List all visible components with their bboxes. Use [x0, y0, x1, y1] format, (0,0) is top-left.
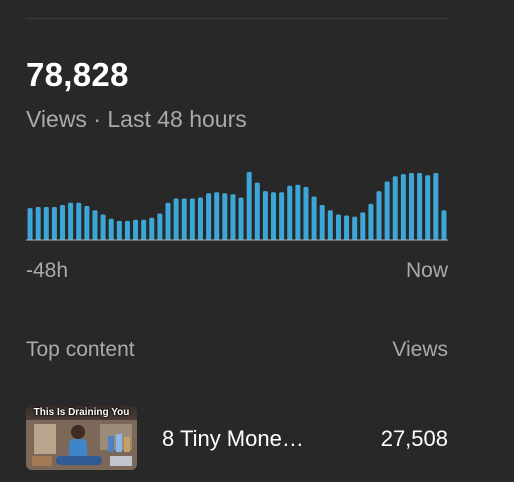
- views-bar-chart[interactable]: [26, 160, 448, 244]
- chart-bar[interactable]: [51, 207, 57, 240]
- chart-bar[interactable]: [141, 219, 147, 240]
- chart-bar[interactable]: [149, 217, 155, 240]
- chart-bar[interactable]: [116, 220, 122, 241]
- chart-bar[interactable]: [189, 198, 195, 240]
- chart-bar[interactable]: [84, 206, 90, 240]
- video-views: 27,508: [380, 426, 448, 451]
- chart-bar[interactable]: [360, 212, 366, 241]
- chart-bar[interactable]: [425, 175, 431, 240]
- chart-bar[interactable]: [27, 208, 33, 241]
- chart-bar[interactable]: [271, 192, 277, 240]
- chart-bar[interactable]: [384, 181, 390, 240]
- chart-bar[interactable]: [222, 193, 228, 240]
- chart-bar[interactable]: [262, 191, 268, 241]
- chart-bar[interactable]: [35, 207, 41, 240]
- chart-bar[interactable]: [238, 197, 244, 241]
- chart-bar[interactable]: [124, 220, 130, 241]
- chart-bar[interactable]: [214, 192, 220, 240]
- chart-bar[interactable]: [335, 214, 341, 241]
- chart-bar[interactable]: [157, 213, 163, 240]
- chart-bar[interactable]: [376, 191, 382, 241]
- chart-bar[interactable]: [181, 198, 187, 240]
- chart-bar[interactable]: [287, 185, 293, 240]
- chart-bar[interactable]: [100, 214, 106, 241]
- chart-bar[interactable]: [60, 204, 66, 240]
- video-title[interactable]: 8 Tiny Mone…: [162, 426, 304, 452]
- chart-bar[interactable]: [43, 207, 49, 240]
- chart-bar[interactable]: [319, 204, 325, 240]
- chart-bar[interactable]: [68, 202, 74, 240]
- video-thumbnail[interactable]: This Is Draining You: [26, 406, 137, 470]
- axis-end-label: Now: [405, 259, 448, 282]
- chart-bar[interactable]: [279, 192, 285, 240]
- chart-bar[interactable]: [197, 197, 203, 241]
- chart-bar[interactable]: [108, 218, 114, 240]
- top-divider: [26, 18, 448, 19]
- chart-bar[interactable]: [295, 184, 301, 240]
- chart-bar[interactable]: [230, 194, 236, 240]
- chart-bar[interactable]: [92, 210, 98, 240]
- chart-bar[interactable]: [246, 172, 252, 240]
- top-content-header: Top content: [26, 338, 135, 361]
- axis-start-label: -48h: [26, 259, 69, 282]
- chart-bar[interactable]: [344, 215, 350, 240]
- chart-bar[interactable]: [254, 182, 260, 241]
- chart-bar[interactable]: [303, 186, 309, 241]
- chart-bar[interactable]: [327, 210, 333, 240]
- period-label: Views · Last 48 hours: [26, 106, 247, 132]
- chart-bar[interactable]: [165, 202, 171, 240]
- views-column-header: Views: [392, 338, 448, 361]
- chart-bar[interactable]: [417, 173, 423, 240]
- chart-bar[interactable]: [400, 174, 406, 241]
- chart-bar[interactable]: [368, 203, 374, 241]
- chart-bar[interactable]: [173, 198, 179, 240]
- chart-bar[interactable]: [392, 176, 398, 240]
- thumbnail-caption: This Is Draining You: [33, 407, 130, 418]
- chart-bar[interactable]: [206, 193, 212, 240]
- chart-bar[interactable]: [408, 173, 414, 240]
- chart-bar[interactable]: [311, 196, 317, 240]
- chart-bar[interactable]: [76, 202, 82, 240]
- chart-bar[interactable]: [441, 210, 447, 240]
- chart-bar[interactable]: [352, 216, 358, 241]
- top-content-item[interactable]: This Is Draining You 8 Tiny Mone… 27,508: [26, 406, 448, 470]
- chart-bar[interactable]: [133, 219, 139, 240]
- total-views: 78,828: [26, 56, 129, 93]
- chart-bar[interactable]: [433, 173, 439, 240]
